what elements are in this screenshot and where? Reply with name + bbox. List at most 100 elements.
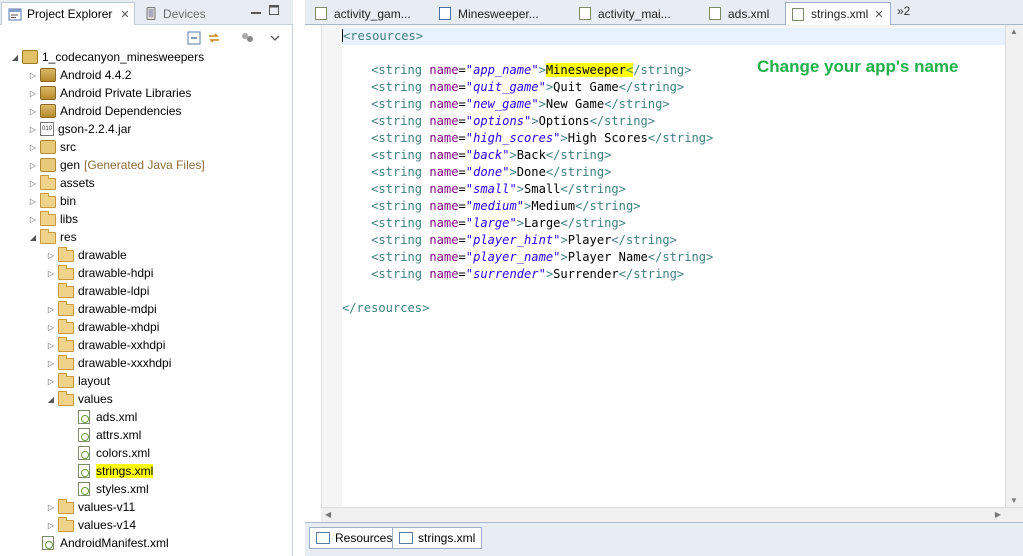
collapsed-arrow-icon[interactable]: ▷	[46, 305, 56, 314]
tab-devices[interactable]: Devices	[138, 2, 212, 25]
maximize-icon[interactable]	[268, 4, 280, 19]
expanded-arrow-icon[interactable]: ◢	[10, 53, 20, 62]
collapsed-arrow-icon[interactable]: ▷	[46, 377, 56, 386]
tree-item[interactable]: ▷ drawable-xxxhdpi	[46, 354, 171, 372]
folder-icon	[58, 337, 74, 352]
collapse-all-icon[interactable]	[187, 31, 201, 45]
collapsed-arrow-icon[interactable]: ▷	[28, 215, 38, 224]
tree-item[interactable]: ▷ drawable-xxhdpi	[46, 336, 165, 354]
editor-area: activity_gam... Minesweeper... activity_…	[305, 0, 1023, 556]
collapsed-arrow-icon[interactable]: ▷	[46, 503, 56, 512]
collapsed-arrow-icon[interactable]: ▷	[28, 143, 38, 152]
collapsed-arrow-icon[interactable]: ▷	[46, 521, 56, 530]
close-icon[interactable]: ✕	[874, 8, 883, 21]
tree-item[interactable]: ▷ layout	[46, 372, 110, 390]
collapsed-arrow-icon[interactable]: ▷	[46, 341, 56, 350]
expanded-arrow-icon[interactable]: ◢	[28, 233, 38, 242]
link-with-editor-icon[interactable]	[207, 31, 221, 45]
view-menu-icon[interactable]	[268, 31, 282, 45]
tree-item-label: Android 4.4.2	[60, 68, 132, 82]
code-line-string[interactable]: <string name="surrender">Surrender</stri…	[342, 266, 684, 283]
left-tab-bar: Project Explorer ✕ Devices	[0, 0, 293, 25]
tree-item[interactable]: ▷ 010 gson-2.2.4.jar	[28, 120, 131, 138]
tree-item[interactable]: ▷ values-v14	[46, 516, 136, 534]
tree-item[interactable]: ▷ bin	[28, 192, 76, 210]
xml-tag: >	[509, 165, 517, 179]
code-line-string[interactable]: <string name="quit_game">Quit Game</stri…	[342, 79, 684, 96]
collapsed-arrow-icon[interactable]: ▷	[46, 251, 56, 260]
collapsed-arrow-icon[interactable]: ▷	[46, 269, 56, 278]
collapsed-arrow-icon[interactable]: ▷	[28, 125, 38, 134]
tree-item[interactable]: drawable-ldpi	[46, 282, 149, 300]
collapsed-arrow-icon[interactable]: ▷	[28, 179, 38, 188]
scroll-up-icon[interactable]: ▲	[1010, 27, 1018, 36]
vertical-scrollbar[interactable]: ▲ ▼	[1005, 25, 1023, 507]
tree-item[interactable]: ◢ values	[46, 390, 113, 408]
tree-item[interactable]: ads.xml	[64, 408, 137, 426]
collapsed-arrow-icon[interactable]: ▷	[28, 161, 38, 170]
code-line-string[interactable]: <string name="large">Large</string>	[342, 215, 626, 232]
tab-minesweeper-java[interactable]: Minesweeper...	[433, 2, 573, 25]
code-line-string[interactable]: <string name="player_hint">Player</strin…	[342, 232, 677, 249]
tree-item[interactable]: ▷ assets	[28, 174, 95, 192]
code-line-string[interactable]: <string name="app_name">Minesweeper</str…	[342, 62, 692, 79]
tab-overflow-button[interactable]: »2	[897, 4, 910, 18]
tree-item[interactable]: ▷ Android 4.4.2	[28, 66, 131, 84]
tab-activity-game[interactable]: activity_gam...	[309, 2, 433, 25]
tree-item[interactable]: ▷ src	[28, 138, 76, 156]
code-line-string[interactable]: <string name="new_game">New Game</string…	[342, 96, 670, 113]
tree-item[interactable]: ▷ libs	[28, 210, 78, 228]
horizontal-scrollbar[interactable]: ◀ ▶	[321, 507, 1023, 522]
tree-item[interactable]: ▷ drawable-mdpi	[46, 300, 157, 318]
xml-equals: =	[458, 131, 466, 145]
xml-tag: >	[516, 182, 525, 196]
code-line-string[interactable]: <string name="player_name">Player Name</…	[342, 249, 713, 266]
close-icon[interactable]: ✕	[120, 8, 129, 21]
code-line-string[interactable]: <string name="back">Back</string>	[342, 147, 611, 164]
collapsed-arrow-icon[interactable]: ▷	[28, 197, 38, 206]
code-line-close-resources[interactable]: </resources>	[342, 300, 429, 317]
collapsed-arrow-icon[interactable]: ▷	[46, 359, 56, 368]
scroll-down-icon[interactable]: ▼	[1010, 496, 1018, 505]
tree-item[interactable]: styles.xml	[64, 480, 149, 498]
code-line-string[interactable]: <string name="small">Small</string>	[342, 181, 626, 198]
tree-item[interactable]: ▷ Android Dependencies	[28, 102, 181, 120]
code-line-string[interactable]: <string name="high_scores">High Scores</…	[342, 130, 713, 147]
tree-item-label: values-v11	[78, 500, 136, 514]
code-line-string[interactable]: <string name="options">Options</string>	[342, 113, 655, 130]
xml-source-editor[interactable]: <resources> <string name="app_name">Mine…	[321, 25, 1023, 507]
tree-item[interactable]: ▷ values-v11	[46, 498, 135, 516]
tree-item[interactable]: ▷ gen [Generated Java Files]	[28, 156, 205, 174]
code-line-string[interactable]: <string name="medium">Medium</string>	[342, 198, 640, 215]
scroll-left-icon[interactable]: ◀	[325, 510, 331, 519]
tree-item[interactable]: ▷ drawable-hdpi	[46, 264, 153, 282]
collapsed-arrow-icon[interactable]: ▷	[28, 89, 38, 98]
scroll-right-icon[interactable]: ▶	[995, 510, 1001, 519]
xml-equals: =	[458, 182, 466, 196]
tree-item[interactable]: colors.xml	[64, 444, 150, 462]
tab-strings-xml[interactable]: strings.xml ✕	[785, 2, 891, 25]
minimize-icon[interactable]	[250, 4, 262, 19]
tree-item[interactable]: ▷ drawable	[46, 246, 127, 264]
code-line-string[interactable]: <string name="done">Done</string>	[342, 164, 611, 181]
tab-resources[interactable]: Resources	[309, 527, 400, 549]
expanded-arrow-icon[interactable]: ◢	[46, 395, 56, 404]
tree-item[interactable]: attrs.xml	[64, 426, 141, 444]
code-line-open-resources[interactable]: <resources>	[342, 28, 423, 45]
collapsed-arrow-icon[interactable]: ▷	[28, 107, 38, 116]
collapsed-arrow-icon[interactable]: ▷	[28, 71, 38, 80]
tree-item[interactable]: ▷ drawable-xhdpi	[46, 318, 159, 336]
tab-strings-xml-source[interactable]: strings.xml	[392, 527, 483, 549]
code-area[interactable]: <resources> <string name="app_name">Mine…	[342, 28, 1007, 507]
tree-item[interactable]: ◢ 1_codecanyon_minesweepers	[10, 48, 204, 66]
tree-item[interactable]: strings.xml	[64, 462, 154, 480]
collapsed-arrow-icon[interactable]: ▷	[46, 323, 56, 332]
tab-project-explorer[interactable]: Project Explorer ✕	[1, 2, 135, 25]
editor-bottom-tab-bar: Resources strings.xml	[305, 522, 1023, 556]
filter-icon[interactable]	[240, 31, 254, 45]
tree-item[interactable]: ◢ res	[28, 228, 77, 246]
tab-activity-main[interactable]: activity_mai...	[573, 2, 703, 25]
tab-ads-xml[interactable]: ads.xml	[703, 2, 783, 25]
tree-item[interactable]: AndroidManifest.xml	[28, 534, 169, 552]
tree-item[interactable]: ▷ Android Private Libraries	[28, 84, 191, 102]
